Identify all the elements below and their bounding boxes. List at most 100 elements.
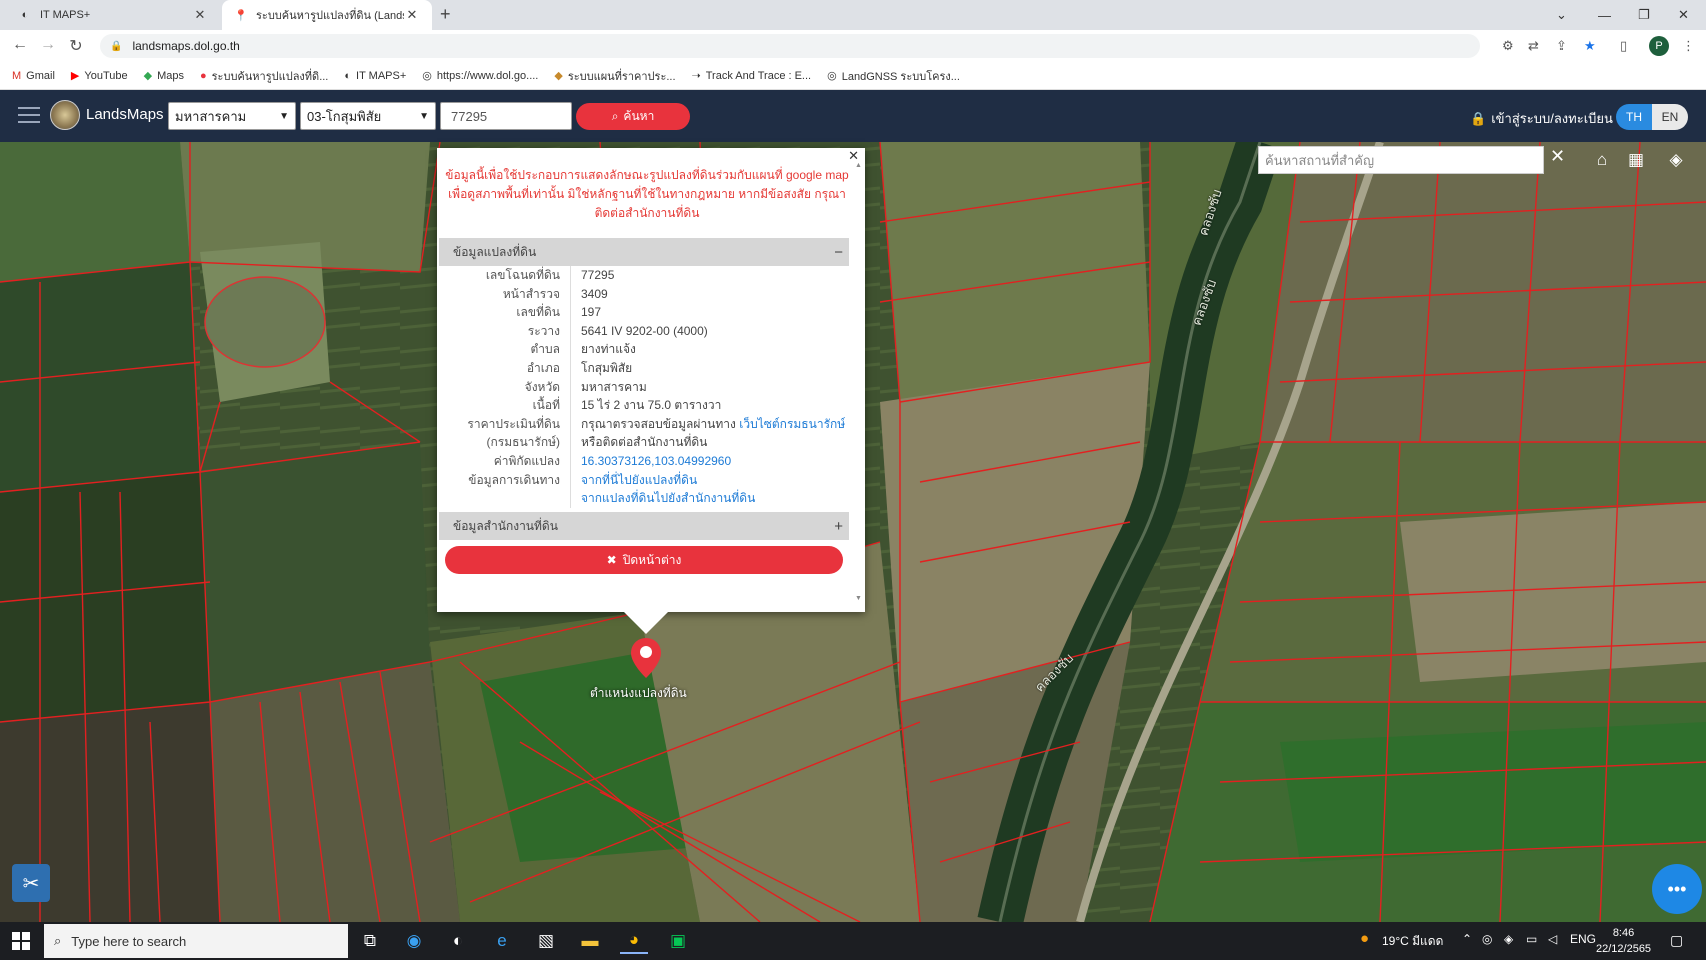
popup-pointer [624, 612, 668, 634]
restore-button[interactable]: ❐ [1638, 0, 1650, 30]
tab-close-icon[interactable]: ✕ [404, 7, 420, 23]
menu-kebab-icon[interactable]: ⋮ [1682, 38, 1695, 54]
bookmark-youtube[interactable]: ▶ YouTube [71, 69, 128, 83]
directions-to-parcel-link[interactable]: จากที่นี่ไปยังแปลงที่ดิน [571, 471, 697, 490]
tray-app-icon[interactable]: ◈ [1504, 932, 1513, 946]
tool-app-icon[interactable]: ▧ [532, 928, 560, 954]
coordinates-link[interactable]: 16.30373126,103.04992960 [571, 452, 731, 471]
search-button[interactable]: ⌕ ค้นหา [576, 103, 690, 130]
share-icon[interactable]: ⇪ [1556, 38, 1567, 54]
home-icon[interactable]: ⌂ [1588, 148, 1616, 172]
info-key: จังหวัด [439, 377, 571, 397]
new-tab-button[interactable]: + [440, 4, 451, 25]
pin-label: ตำแหน่งแปลงที่ดิน [590, 686, 687, 700]
app-icon[interactable]: ◐ [444, 928, 472, 954]
tab-itmaps[interactable]: ◐ IT MAPS+ ✕ [6, 0, 220, 30]
bookmark-itmaps[interactable]: ◐ IT MAPS+ [344, 70, 406, 82]
chevron-up-icon[interactable]: ⌃ [1462, 932, 1472, 946]
bookmark-price-map[interactable]: ◆ ระบบแผนที่ราคาประ... [554, 67, 675, 85]
weather-text[interactable]: 19°C มีแดด [1382, 932, 1443, 951]
tab-search-icon[interactable]: ⌄ [1556, 0, 1567, 30]
location-pin-icon[interactable] [631, 638, 661, 678]
info-value: 3409 [581, 286, 608, 301]
tab-close-icon[interactable]: ✕ [192, 7, 208, 23]
lang-th-button[interactable]: TH [1616, 104, 1652, 130]
chrome-icon[interactable]: ◕ [620, 928, 648, 954]
info-value: 15 ไร่ 2 งาน 75.0 ตารางวา [581, 398, 722, 413]
price-row-2: (กรมธนารักษ์) หรือติดต่อสำนักงานที่ดิน [439, 433, 849, 452]
bookmark-star-icon[interactable]: ★ [1584, 38, 1596, 54]
collapse-icon[interactable]: − [834, 244, 843, 261]
place-search-input[interactable]: ค้นหาสถานที่สำคัญ [1258, 146, 1544, 174]
edge-icon[interactable]: ◉ [400, 928, 428, 954]
search-icon: ⌕ [54, 933, 62, 948]
district-select[interactable]: 03-โกสุมพิสัย ▼ [300, 102, 436, 130]
close-button-label: ปิดหน้าต่าง [622, 552, 682, 567]
bookmark-label: IT MAPS+ [356, 69, 407, 82]
hamburger-menu-icon[interactable] [18, 107, 40, 128]
bookmark-label: https://www.dol.go.... [436, 69, 539, 82]
file-explorer-icon[interactable]: ▬ [576, 928, 604, 954]
info-row: หน้าสำรวจ 3409 [439, 284, 849, 304]
info-row: เลขที่ดิน 197 [439, 303, 849, 322]
app-header: LandsMaps มหาสารคาม ▼ 03-โกสุมพิสัย ▼ 77… [0, 90, 1706, 142]
volume-icon[interactable]: ◁ [1548, 932, 1557, 946]
itmaps-icon: ◐ [344, 69, 352, 82]
tools-icon[interactable]: ✂ [12, 864, 50, 902]
globe-icon: ◎ [422, 70, 432, 82]
side-panel-icon[interactable]: ▯ [1620, 38, 1627, 54]
forward-icon[interactable]: → [38, 36, 58, 54]
back-icon[interactable]: ← [10, 36, 30, 54]
directions-to-office-link[interactable]: จากแปลงที่ดินไปยังสำนักงานที่ดิน [571, 489, 755, 508]
bookmark-landgnss[interactable]: ◎ LandGNSS ระบบโครง... [827, 67, 960, 85]
tab-landsmaps[interactable]: 📍 ระบบค้นหารูปแปลงที่ดิน (LandsMaps ✕ [222, 0, 432, 30]
input-language[interactable]: ENG [1570, 932, 1596, 946]
translate-icon[interactable]: ⇄ [1528, 38, 1539, 54]
parcel-number-input[interactable]: 77295 [440, 102, 572, 130]
section-title: ข้อมูลแปลงที่ดิน [453, 244, 537, 259]
info-row: จังหวัด มหาสารคาม [439, 377, 849, 397]
bookmark-dol[interactable]: ◎ https://www.dol.go.... [422, 69, 539, 83]
chat-icon[interactable]: ••• [1652, 864, 1702, 914]
close-window-button[interactable]: ✖ ปิดหน้าต่าง [445, 546, 843, 574]
taskbar-search[interactable]: ⌕ Type here to search [44, 924, 348, 958]
profile-avatar[interactable]: P [1649, 36, 1669, 56]
login-link[interactable]: 🔒 เข้าสู่ระบบ/ลงทะเบียน [1470, 108, 1613, 129]
expand-icon[interactable]: + [834, 518, 843, 535]
parcel-info-popup: ✕ ข้อมูลนี้เพื่อใช้ประกอบการแสดงลักษณะรู… [437, 148, 865, 612]
line-icon[interactable]: ▣ [664, 928, 692, 954]
clear-search-icon[interactable]: ✕ [1550, 146, 1565, 167]
layers-icon[interactable]: ◈ [1662, 148, 1690, 172]
info-row: เลขโฉนดที่ดิน 77295 [439, 266, 849, 285]
network-icon[interactable]: ◎ [1482, 932, 1492, 946]
internet-explorer-icon[interactable]: e [488, 928, 516, 954]
clock-time: 8:46 [1612, 927, 1635, 939]
info-key [439, 489, 571, 508]
address-bar[interactable]: 🔒 landsmaps.dol.go.th [100, 34, 1480, 58]
bookmark-landsmaps[interactable]: ● ระบบค้นหารูปแปลงที่ดิ... [200, 67, 328, 85]
popup-scrollbar[interactable]: ▲ ▼ [855, 162, 865, 602]
treasury-website-link[interactable]: เว็บไซต์กรมธนารักษ์ [739, 417, 845, 431]
bookmark-gmail[interactable]: M Gmail [12, 70, 55, 82]
bookmark-track-trace[interactable]: ➝ Track And Trace : E... [692, 69, 812, 83]
info-key: หน้าสำรวจ [439, 284, 571, 304]
office-section-header[interactable]: ข้อมูลสำนักงานที่ดิน + [439, 512, 849, 540]
pin-favicon-icon: 📍 [234, 9, 248, 22]
province-select[interactable]: มหาสารคาม ▼ [168, 102, 296, 130]
browser-toolbar: ← → ↻ 🔒 landsmaps.dol.go.th ⚙ ⇄ ⇪ ★ ▯ ⋮ [0, 30, 1706, 62]
reload-icon[interactable]: ↻ [66, 36, 86, 56]
windows-start-icon[interactable] [12, 932, 30, 950]
notifications-icon[interactable]: ▢ [1670, 932, 1683, 949]
system-clock[interactable]: 8:46 22/12/2565 [1596, 925, 1651, 957]
browser-tab-bar: ◐ IT MAPS+ ✕ 📍 ระบบค้นหารูปแปลงที่ดิน (L… [0, 0, 1706, 30]
grid-icon[interactable]: ▦ [1622, 148, 1650, 172]
info-row: ตำบล ยางท่าแจ้ง [439, 340, 849, 359]
close-window-button[interactable]: ✕ [1678, 0, 1689, 30]
lang-en-button[interactable]: EN [1652, 104, 1688, 130]
extension-icon[interactable]: ⚙ [1502, 38, 1514, 54]
task-view-icon[interactable]: ⧉ [356, 928, 384, 954]
monitor-icon[interactable]: ▭ [1526, 932, 1537, 946]
bookmark-maps[interactable]: ◆ Maps [144, 69, 184, 83]
parcel-section-header[interactable]: ข้อมูลแปลงที่ดิน − [439, 238, 849, 266]
minimize-button[interactable]: — [1598, 0, 1611, 30]
